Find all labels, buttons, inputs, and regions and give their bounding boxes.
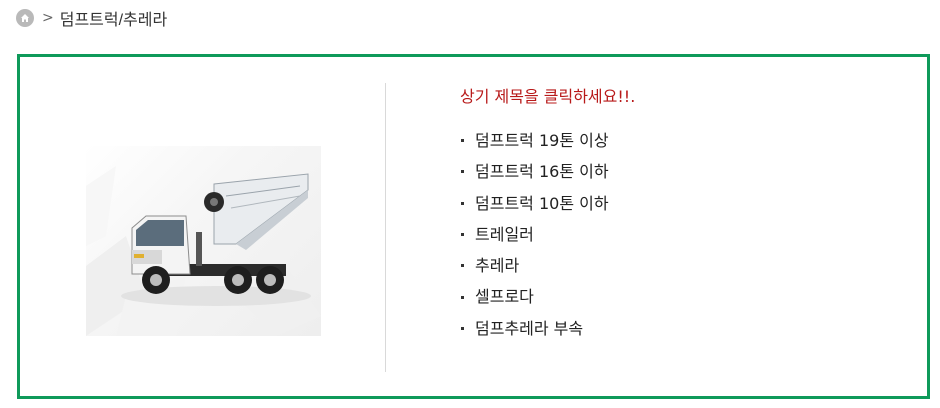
breadcrumb-current: 덤프트럭/추레라 <box>59 12 168 29</box>
list-item[interactable]: 덤프트럭 16톤 이하 <box>460 156 609 187</box>
list-item[interactable]: 덤프추레라 부속 <box>460 313 609 344</box>
bullet-icon <box>461 201 464 205</box>
list-item[interactable]: 트레일러 <box>460 219 609 250</box>
list-item[interactable]: 셀프로다 <box>460 281 609 312</box>
category-link[interactable]: 덤프트럭 10톤 이하 <box>475 188 609 219</box>
bullet-icon <box>461 139 464 143</box>
vertical-divider <box>385 83 386 372</box>
bullet-icon <box>461 326 464 330</box>
breadcrumb-separator: > <box>42 10 54 26</box>
category-link[interactable]: 덤프트럭 19톤 이상 <box>475 125 609 156</box>
notice-text: 상기 제목을 클릭하세요!!. <box>460 87 636 106</box>
category-link[interactable]: 트레일러 <box>475 219 534 250</box>
list-item[interactable]: 덤프트럭 19톤 이상 <box>460 125 609 156</box>
category-link[interactable]: 셀프로다 <box>475 281 534 312</box>
dump-truck-image <box>86 146 321 336</box>
category-link[interactable]: 덤프트럭 16톤 이하 <box>475 156 609 187</box>
category-list: 덤프트럭 19톤 이상 덤프트럭 16톤 이하 덤프트럭 10톤 이하 트레일러… <box>460 125 609 344</box>
bullet-icon <box>461 264 464 268</box>
bullet-icon <box>461 233 464 237</box>
bullet-icon <box>461 295 464 299</box>
category-link[interactable]: 추레라 <box>475 250 519 281</box>
breadcrumb: > 덤프트럭/추레라 <box>16 6 167 30</box>
home-icon[interactable] <box>16 9 34 27</box>
list-item[interactable]: 추레라 <box>460 250 609 281</box>
bullet-icon <box>461 170 464 174</box>
category-link[interactable]: 덤프추레라 부속 <box>475 313 583 344</box>
content-panel: 상기 제목을 클릭하세요!!. 덤프트럭 19톤 이상 덤프트럭 16톤 이하 … <box>17 54 930 399</box>
list-item[interactable]: 덤프트럭 10톤 이하 <box>460 188 609 219</box>
